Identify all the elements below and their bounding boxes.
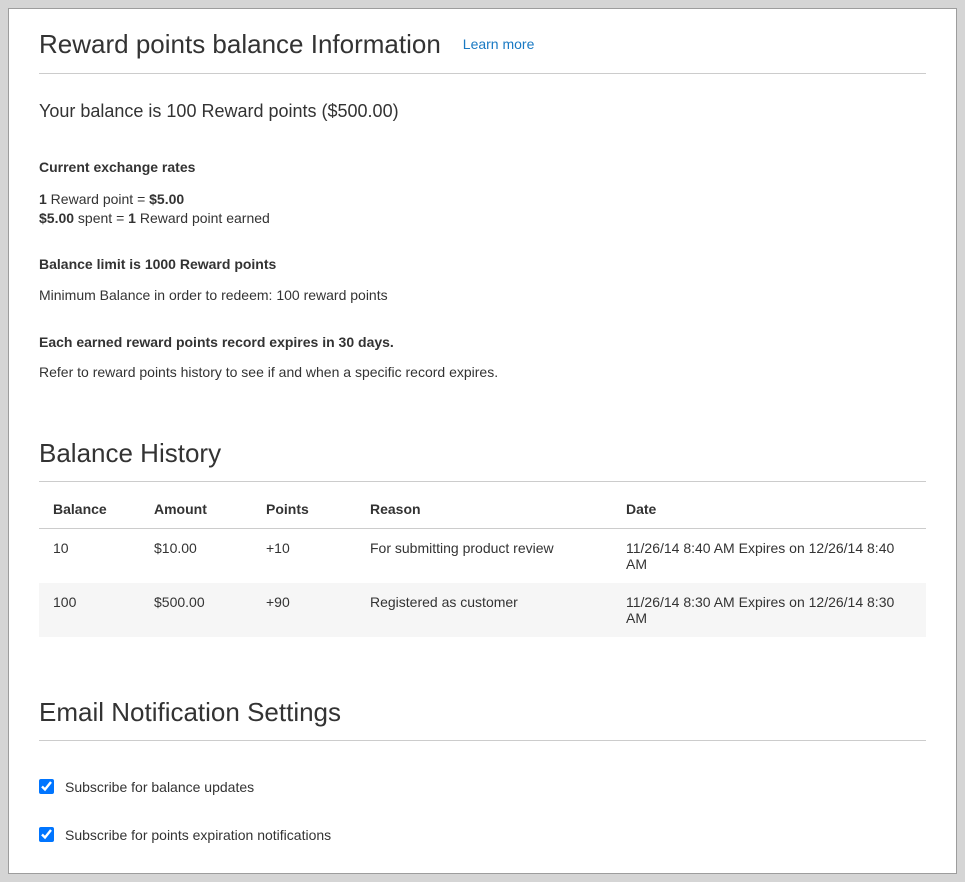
table-header-row: Balance Amount Points Reason Date	[39, 490, 926, 529]
minimum-balance-note: Minimum Balance in order to redeem: 100 …	[39, 287, 926, 303]
column-header-date: Date	[616, 490, 926, 529]
balance-updates-checkbox[interactable]	[39, 779, 54, 794]
checkbox-label-expiration-notifications: Subscribe for points expiration notifica…	[65, 827, 331, 843]
cell-points: +90	[256, 583, 360, 637]
exchange-rates-heading: Current exchange rates	[39, 159, 926, 175]
rate1-text: Reward point =	[47, 191, 149, 207]
exchange-rate-line-1: 1 Reward point = $5.00	[39, 190, 926, 209]
rate2-points: 1	[128, 210, 136, 226]
cell-balance: 100	[39, 583, 144, 637]
balance-history-table: Balance Amount Points Reason Date 10 $10…	[39, 490, 926, 637]
balance-limit-heading: Balance limit is 1000 Reward points	[39, 256, 926, 272]
cell-date: 11/26/14 8:40 AM Expires on 12/26/14 8:4…	[616, 528, 926, 583]
reward-points-card: Reward points balance Information Learn …	[8, 8, 957, 874]
column-header-points: Points	[256, 490, 360, 529]
balance-history-heading: Balance History	[39, 438, 926, 482]
cell-reason: Registered as customer	[360, 583, 616, 637]
rate2-suffix: Reward point earned	[136, 210, 270, 226]
exchange-rate-line-2: $5.00 spent = 1 Reward point earned	[39, 209, 926, 228]
cell-reason: For submitting product review	[360, 528, 616, 583]
rate2-value: $5.00	[39, 210, 74, 226]
column-header-reason: Reason	[360, 490, 616, 529]
subscribe-balance-updates-row[interactable]: Subscribe for balance updates	[39, 779, 926, 795]
email-settings-heading: Email Notification Settings	[39, 697, 926, 741]
expiry-heading: Each earned reward points record expires…	[39, 334, 926, 350]
cell-balance: 10	[39, 528, 144, 583]
cell-amount: $500.00	[144, 583, 256, 637]
rate2-text: spent =	[74, 210, 128, 226]
column-header-amount: Amount	[144, 490, 256, 529]
cell-amount: $10.00	[144, 528, 256, 583]
cell-date: 11/26/14 8:30 AM Expires on 12/26/14 8:3…	[616, 583, 926, 637]
expiry-note: Refer to reward points history to see if…	[39, 364, 926, 380]
table-row: 10 $10.00 +10 For submitting product rev…	[39, 528, 926, 583]
column-header-balance: Balance	[39, 490, 144, 529]
rate1-value: $5.00	[149, 191, 184, 207]
page-background: Reward points balance Information Learn …	[0, 0, 965, 882]
learn-more-link[interactable]: Learn more	[463, 36, 535, 52]
page-title: Reward points balance Information	[39, 30, 441, 59]
subscribe-expiration-notifications-row[interactable]: Subscribe for points expiration notifica…	[39, 827, 926, 843]
page-header: Reward points balance Information Learn …	[39, 9, 926, 74]
expiration-notifications-checkbox[interactable]	[39, 827, 54, 842]
checkbox-label-balance-updates: Subscribe for balance updates	[65, 779, 254, 795]
table-row: 100 $500.00 +90 Registered as customer 1…	[39, 583, 926, 637]
cell-points: +10	[256, 528, 360, 583]
balance-summary: Your balance is 100 Reward points ($500.…	[39, 101, 926, 122]
rate1-points: 1	[39, 191, 47, 207]
